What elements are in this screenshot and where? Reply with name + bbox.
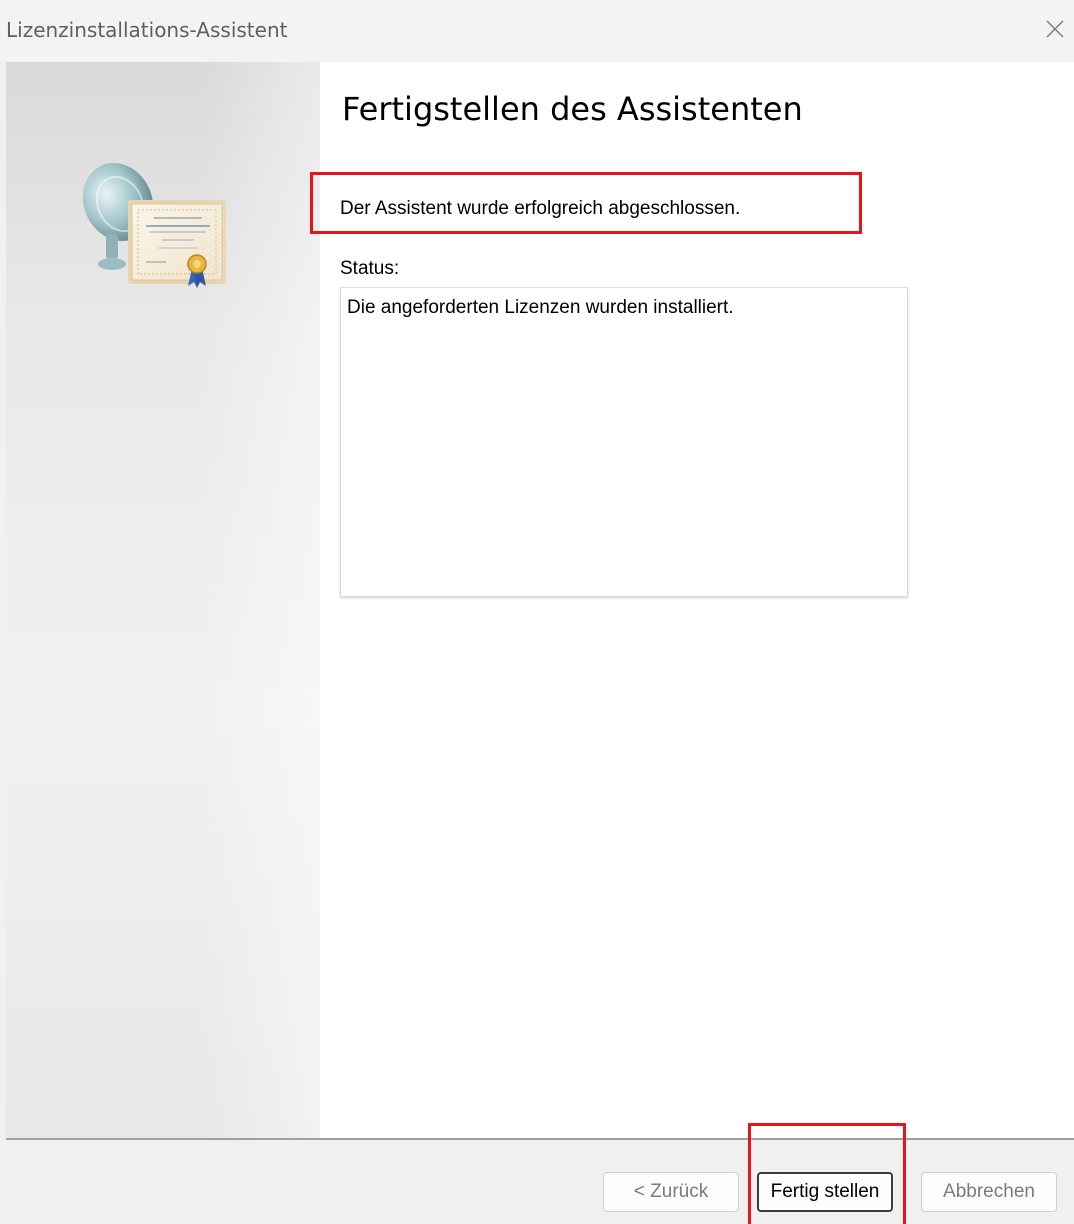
highlight-frame-success (310, 172, 862, 234)
wizard-content: Fertigstellen des Assistenten Der Assist… (6, 62, 1074, 1138)
highlight-frame-finish (748, 1123, 906, 1224)
wizard-footer: < Zurück Fertig stellen Abbrechen (0, 1140, 1074, 1224)
cancel-button[interactable]: Abbrechen (921, 1172, 1057, 1212)
page-heading: Fertigstellen des Assistenten (342, 90, 803, 128)
license-certificate-icon (82, 163, 226, 288)
license-wizard-window: Lizenzinstallations-Assistent Fertigstel… (0, 0, 1074, 1224)
window-title: Lizenzinstallations-Assistent (6, 18, 288, 42)
wizard-sidebar (6, 62, 320, 1138)
status-label: Status: (340, 258, 400, 279)
status-text: Die angeforderten Lizenzen wurden instal… (347, 297, 734, 318)
back-button[interactable]: < Zurück (603, 1172, 739, 1212)
title-bar: Lizenzinstallations-Assistent (0, 0, 1074, 62)
status-textbox[interactable]: Die angeforderten Lizenzen wurden instal… (340, 287, 908, 597)
close-icon[interactable] (1040, 14, 1070, 44)
